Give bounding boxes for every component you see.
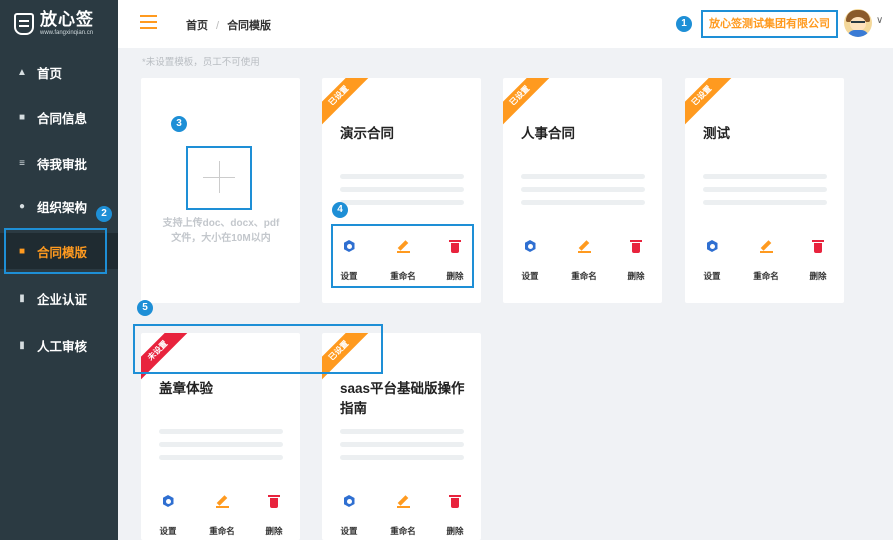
callout-badge-3: 3 bbox=[171, 116, 187, 132]
delete-button[interactable]: 删除 bbox=[259, 493, 289, 537]
pencil-icon bbox=[759, 240, 773, 253]
user-icon: ● bbox=[18, 200, 26, 212]
delete-button[interactable]: 删除 bbox=[803, 238, 833, 282]
list-icon: ≡ bbox=[19, 157, 25, 169]
settings-button[interactable]: 设置 bbox=[153, 493, 183, 537]
sidebar-item-contract-info[interactable]: ■ 合同信息 bbox=[0, 99, 118, 135]
callout-badge-1: 1 bbox=[676, 16, 692, 32]
status-badge: 已设置 bbox=[503, 78, 551, 127]
logo-title: 放心签 bbox=[40, 10, 94, 29]
delete-button[interactable]: 删除 bbox=[440, 493, 470, 537]
sidebar-item-label: 人工审核 bbox=[37, 339, 88, 354]
sidebar-item-enterprise-cert[interactable]: ▮ 企业认证 bbox=[0, 280, 118, 316]
settings-button[interactable]: 设置 bbox=[334, 493, 364, 537]
sidebar-item-label: 合同信息 bbox=[37, 111, 88, 126]
upload-hint: 支持上传doc、docx、pdf文件，大小在10M以内 bbox=[162, 218, 280, 244]
company-name[interactable]: 放心签测试集团有限公司 bbox=[701, 10, 838, 38]
template-title: 人事合同 bbox=[521, 126, 575, 141]
status-badge: 已设置 bbox=[685, 78, 733, 127]
highlight-box-status bbox=[133, 324, 383, 374]
logo[interactable]: 放心签 www.fangxinqian.cn bbox=[0, 0, 118, 48]
sidebar-item-label: 首页 bbox=[37, 66, 63, 81]
template-title: 测试 bbox=[703, 126, 730, 141]
sidebar-item-label: 企业认证 bbox=[37, 292, 88, 307]
pencil-icon bbox=[577, 240, 591, 253]
breadcrumb-home[interactable]: 首页 bbox=[186, 20, 208, 32]
sidebar-item-manual-review[interactable]: ▮ 人工审核 bbox=[0, 327, 118, 363]
logo-url: www.fangxinqian.cn bbox=[40, 30, 94, 36]
shield-logo-icon bbox=[14, 13, 34, 35]
sidebar-item-home[interactable]: ▲ 首页 bbox=[0, 54, 118, 90]
pencil-icon bbox=[215, 495, 229, 508]
settings-hex-icon bbox=[524, 240, 536, 252]
document-icon: ▮ bbox=[19, 339, 25, 351]
settings-button[interactable]: 设置 bbox=[697, 238, 727, 282]
status-badge: 已设置 bbox=[322, 78, 370, 127]
template-card: 已设置 测试 设置 重命名 删除 bbox=[685, 78, 844, 303]
rename-button[interactable]: 重命名 bbox=[207, 493, 237, 537]
chevron-down-icon[interactable]: ∨ bbox=[876, 15, 883, 26]
breadcrumb: 首页 / 合同模版 bbox=[186, 17, 271, 33]
book-icon: ■ bbox=[18, 111, 26, 123]
header: 首页 / 合同模版 放心签测试集团有限公司 ∨ bbox=[118, 0, 893, 48]
highlight-box-actions bbox=[331, 224, 474, 288]
rename-button[interactable]: 重命名 bbox=[569, 238, 599, 282]
highlight-box-nav bbox=[4, 228, 107, 274]
sidebar-item-label: 待我审批 bbox=[37, 157, 88, 172]
delete-button[interactable]: 删除 bbox=[621, 238, 651, 282]
trash-icon bbox=[812, 240, 824, 253]
home-icon: ▲ bbox=[17, 66, 27, 78]
rename-button[interactable]: 重命名 bbox=[751, 238, 781, 282]
menu-toggle-icon[interactable] bbox=[140, 15, 157, 29]
document-icon: ▮ bbox=[19, 292, 25, 304]
trash-icon bbox=[268, 495, 280, 508]
sidebar-item-pending-approval[interactable]: ≡ 待我审批 bbox=[0, 145, 118, 181]
callout-badge-5: 5 bbox=[137, 300, 153, 316]
sidebar-item-label: 组织架构 bbox=[37, 200, 88, 215]
template-title: 演示合同 bbox=[340, 126, 394, 141]
template-title: saas平台基础版操作指南 bbox=[340, 381, 465, 416]
avatar[interactable] bbox=[844, 9, 872, 37]
settings-hex-icon bbox=[343, 495, 355, 507]
settings-hex-icon bbox=[162, 495, 174, 507]
settings-hex-icon bbox=[706, 240, 718, 252]
rename-button[interactable]: 重命名 bbox=[388, 493, 418, 537]
pencil-icon bbox=[396, 495, 410, 508]
upload-card[interactable]: 支持上传doc、docx、pdf文件，大小在10M以内 bbox=[141, 78, 300, 303]
trash-icon bbox=[449, 495, 461, 508]
breadcrumb-current: 合同模版 bbox=[227, 20, 272, 32]
plus-icon[interactable] bbox=[186, 146, 252, 210]
callout-badge-2: 2 bbox=[96, 206, 112, 222]
template-card: 已设置 人事合同 设置 重命名 删除 bbox=[503, 78, 662, 303]
callout-badge-4: 4 bbox=[332, 202, 348, 218]
notice-text: *未设置模板，员工不可使用 bbox=[142, 57, 260, 68]
settings-button[interactable]: 设置 bbox=[515, 238, 545, 282]
breadcrumb-separator: / bbox=[216, 20, 220, 32]
template-title: 盖章体验 bbox=[159, 381, 213, 396]
trash-icon bbox=[630, 240, 642, 253]
